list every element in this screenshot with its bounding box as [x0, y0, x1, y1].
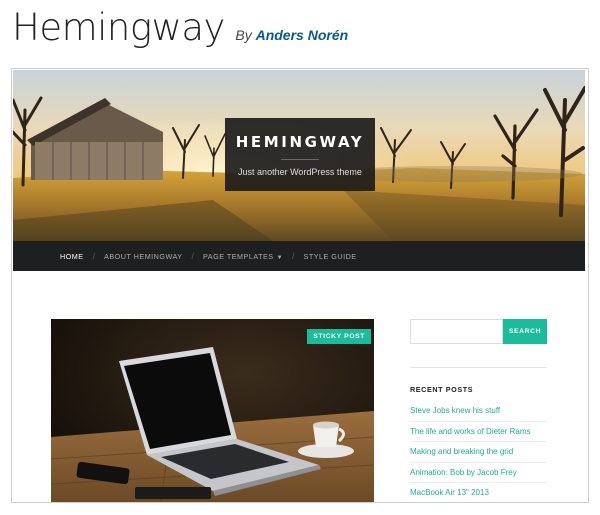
recent-post-link[interactable]: The life and works of Dieter Rams [410, 427, 531, 436]
recent-post-link[interactable]: MacBook Air 13" 2013 [410, 488, 489, 497]
nav-separator: / [191, 251, 195, 261]
list-item: The life and works of Dieter Rams [410, 422, 547, 442]
byline-prefix: By [235, 27, 252, 43]
search-input[interactable] [410, 319, 503, 344]
featured-image[interactable]: Sticky post [51, 319, 374, 502]
theme-title: Hemingway [12, 6, 225, 49]
nav-item-about-hemingway[interactable]: About Hemingway [104, 252, 182, 261]
site-title[interactable]: HEMINGWAY [225, 133, 375, 151]
nav-item-home[interactable]: Home [60, 252, 84, 261]
nav-separator: / [292, 251, 295, 261]
chevron-down-icon: ▼ [276, 254, 284, 261]
nav-item-label: Page Templates [203, 251, 274, 261]
list-item: MacBook Air 13" 2013 [410, 483, 547, 502]
title-divider [281, 159, 319, 160]
recent-post-link[interactable]: Animation: Bob by Jacob Frey [410, 468, 517, 477]
recent-post-link[interactable]: Making and breaking the grid [410, 447, 513, 456]
list-item: Making and breaking the grid [410, 442, 547, 463]
byline: By Anders Norén [235, 27, 348, 43]
widget-divider [410, 367, 547, 368]
theme-preview: HEMINGWAY Just another WordPress theme H… [11, 68, 589, 503]
author-link[interactable]: Anders Norén [256, 27, 349, 43]
site-tagline: Just another WordPress theme [238, 167, 362, 177]
laptop-photo [51, 319, 374, 502]
nav-item-page-templates[interactable]: Page Templates ▼ [203, 252, 283, 261]
page-header: Hemingway By Anders Norén [12, 6, 348, 58]
header-image: HEMINGWAY Just another WordPress theme [13, 70, 585, 241]
recent-posts-title: Recent Posts [410, 385, 474, 394]
main-navigation: Home / About Hemingway / Page Templates ▼… [13, 241, 585, 271]
recent-posts-list: Steve Jobs knew his stuff The life and w… [410, 401, 547, 502]
list-item: Steve Jobs knew his stuff [410, 401, 547, 422]
sticky-post-badge: Sticky post [307, 329, 371, 344]
recent-post-link[interactable]: Steve Jobs knew his stuff [410, 406, 500, 415]
nav-separator: / [92, 251, 96, 261]
search-button[interactable]: Search [503, 319, 547, 344]
site-title-box: HEMINGWAY Just another WordPress theme [225, 118, 375, 191]
nav-item-style-guide[interactable]: Style Guide [304, 252, 357, 261]
list-item: Animation: Bob by Jacob Frey [410, 463, 547, 483]
